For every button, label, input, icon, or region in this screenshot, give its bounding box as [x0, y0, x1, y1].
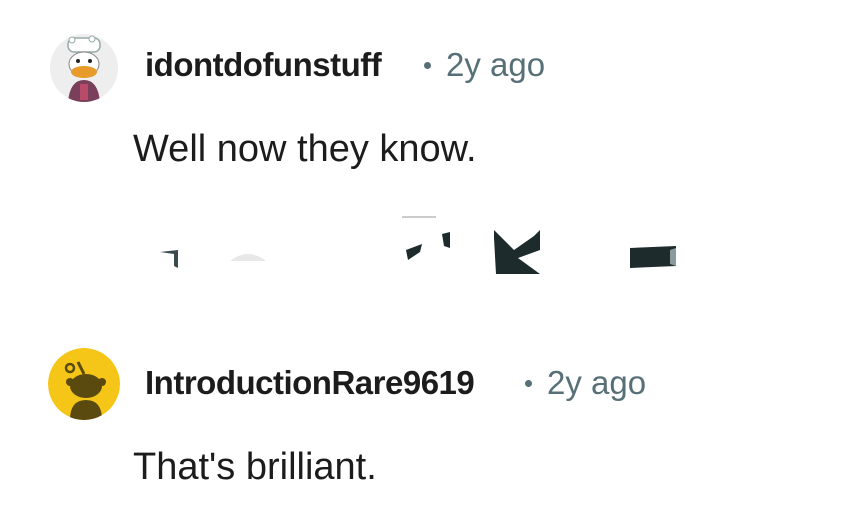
comment-body: Well now they know. [133, 128, 477, 170]
reply-icon[interactable] [402, 216, 450, 262]
comment-username[interactable]: IntroductionRare9619 [145, 364, 475, 402]
award-icon[interactable] [494, 230, 542, 276]
separator-dot [424, 62, 431, 69]
separator-dot [525, 380, 532, 387]
comment-timestamp: 2y ago [547, 364, 647, 401]
comment-timestamp: 2y ago [446, 46, 546, 83]
comment-username[interactable]: idontdofunstuff [145, 46, 382, 84]
share-icon[interactable] [630, 246, 678, 270]
duck-avatar-icon[interactable] [50, 34, 118, 102]
comment-action-bar [0, 210, 852, 280]
snoo-avatar-icon[interactable] [48, 348, 120, 420]
upvote-icon[interactable] [158, 246, 182, 270]
downvote-icon[interactable] [228, 248, 270, 261]
comment-body: That's brilliant. [133, 446, 377, 488]
